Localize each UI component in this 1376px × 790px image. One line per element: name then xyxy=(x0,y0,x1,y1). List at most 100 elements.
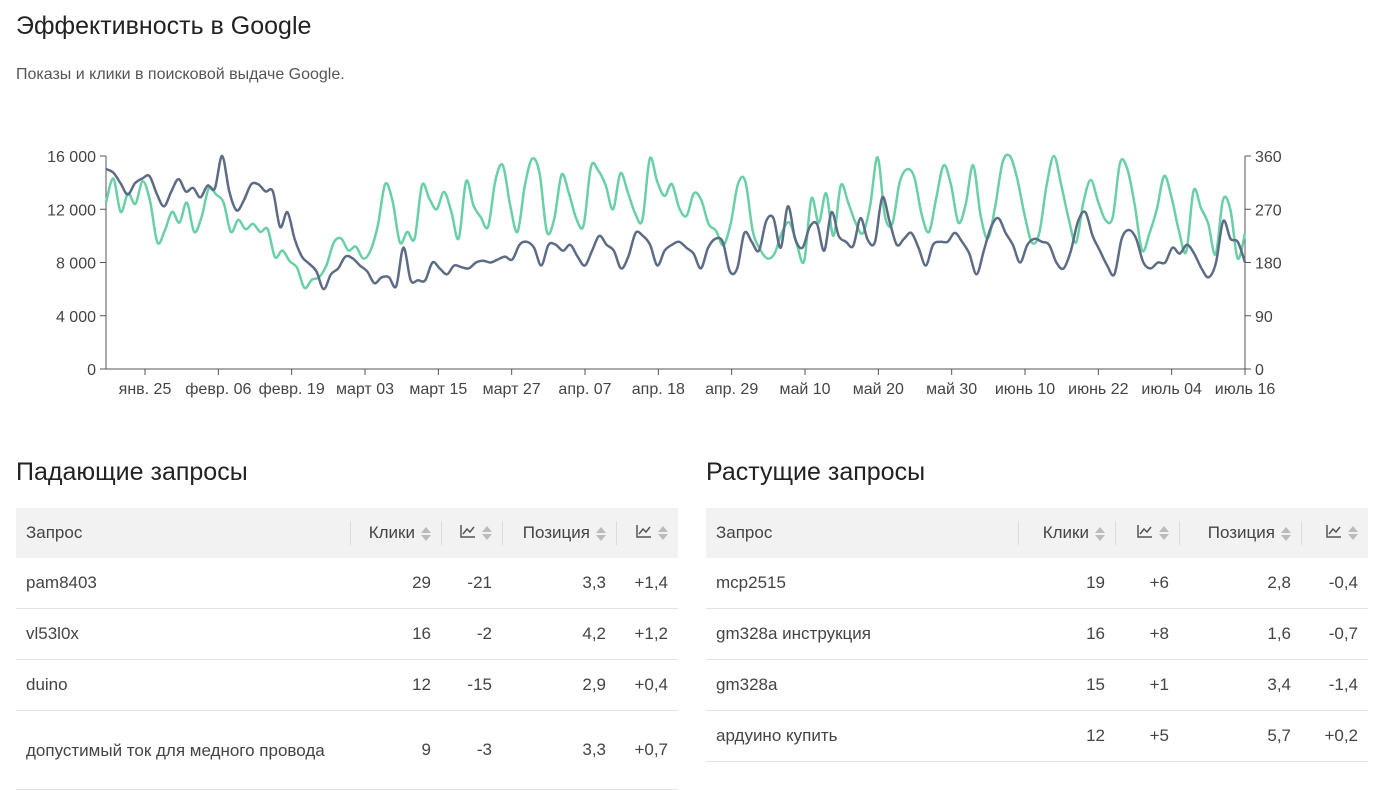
x-tick-label: апр. 29 xyxy=(705,381,758,398)
position-cell: 3,3 xyxy=(502,710,616,790)
y-left-tick-label: 8 000 xyxy=(56,256,96,273)
rising-queries-title: Растущие запросы xyxy=(706,458,926,486)
column-position-trend[interactable] xyxy=(1301,508,1368,558)
column-query[interactable]: Запрос xyxy=(16,508,350,558)
query-cell[interactable]: mcp2515 xyxy=(706,558,1018,609)
clicks-cell: 12 xyxy=(350,659,441,711)
falling-queries-table: Запрос Клики Позиция pam8403 29 -21 3,3 … xyxy=(16,508,678,790)
falling-queries-title: Падающие запросы xyxy=(16,458,248,486)
query-cell[interactable]: pam8403 xyxy=(16,558,350,609)
sort-icon xyxy=(421,526,431,542)
position-cell: 1,6 xyxy=(1179,608,1301,660)
x-tick-label: февр. 06 xyxy=(185,381,251,398)
query-cell[interactable]: gm328a инструкция xyxy=(706,608,1018,660)
clicks-cell: 19 xyxy=(1018,558,1115,609)
column-query-label: Запрос xyxy=(26,523,83,542)
table-header-row: Запрос Клики Позиция xyxy=(16,508,678,558)
table-row[interactable]: ардуино купить 12 +5 5,7 +0,2 xyxy=(706,710,1368,762)
chart-svg: 0 4 000 8 000 12 000 16 000 0 90 180 270 360 янв. … xyxy=(47,149,1282,398)
y-left-tick-label: 16 000 xyxy=(47,149,96,166)
column-clicks-trend[interactable] xyxy=(1115,508,1179,558)
x-tick-label: апр. 07 xyxy=(558,381,611,398)
table-row[interactable]: duino 12 -15 2,9 +0,4 xyxy=(16,659,678,711)
clicks-delta-cell: +1 xyxy=(1115,659,1179,711)
column-clicks[interactable]: Клики xyxy=(350,508,441,558)
y-right-tick-label: 90 xyxy=(1255,309,1273,326)
position-delta-cell: +1,4 xyxy=(616,558,678,609)
trend-chart-icon xyxy=(1326,523,1342,543)
x-tick-label: май 30 xyxy=(926,381,977,398)
query-cell[interactable]: duino xyxy=(16,659,350,711)
query-cell[interactable]: ардуино купить xyxy=(706,710,1018,762)
query-cell[interactable]: vl53l0x xyxy=(16,608,350,660)
clicks-cell: 12 xyxy=(1018,710,1115,762)
position-cell: 2,8 xyxy=(1179,558,1301,609)
clicks-delta-cell: -15 xyxy=(441,659,502,711)
x-tick-label: май 20 xyxy=(853,381,904,398)
x-tick-label: апр. 18 xyxy=(632,381,685,398)
clicks-delta-cell: +8 xyxy=(1115,608,1179,660)
clicks-delta-cell: -2 xyxy=(441,608,502,660)
page-subtitle: Показы и клики в поисковой выдаче Google… xyxy=(16,66,345,83)
column-query-label: Запрос xyxy=(716,523,773,542)
clicks-cell: 29 xyxy=(350,558,441,609)
table-row[interactable]: mcp2515 19 +6 2,8 -0,4 xyxy=(706,558,1368,609)
sort-icon xyxy=(1281,526,1291,542)
position-delta-cell: -0,7 xyxy=(1301,608,1368,660)
position-delta-cell: +0,4 xyxy=(616,659,678,711)
column-position[interactable]: Позиция xyxy=(502,508,616,558)
y-left-tick-label: 0 xyxy=(87,362,96,379)
x-tick-label: март 03 xyxy=(336,381,394,398)
column-query[interactable]: Запрос xyxy=(706,508,1018,558)
page-title: Эффективность в Google xyxy=(16,12,312,40)
performance-chart: 0 4 000 8 000 12 000 16 000 0 90 180 270 360 янв. … xyxy=(0,135,1376,410)
table-row[interactable]: допустимый ток для медного провода 9 -3 … xyxy=(16,710,678,790)
table-row[interactable]: pam8403 29 -21 3,3 +1,4 xyxy=(16,558,678,609)
y-left-tick-label: 12 000 xyxy=(47,202,96,219)
trend-chart-icon xyxy=(636,523,652,543)
rising-queries-table: Запрос Клики Позиция mcp2515 19 +6 2,8 -… xyxy=(706,508,1368,762)
column-clicks-label: Клики xyxy=(1042,523,1089,542)
y-right-tick-label: 270 xyxy=(1255,202,1282,219)
trend-chart-icon xyxy=(460,523,476,543)
clicks-cell: 9 xyxy=(350,710,441,790)
y-right-tick-label: 360 xyxy=(1255,149,1282,166)
position-delta-cell: -1,4 xyxy=(1301,659,1368,711)
y-left-tick-label: 4 000 xyxy=(56,309,96,326)
x-tick-label: июль 16 xyxy=(1215,381,1276,398)
column-position[interactable]: Позиция xyxy=(1179,508,1301,558)
position-cell: 3,4 xyxy=(1179,659,1301,711)
sort-icon xyxy=(1159,525,1169,541)
position-cell: 2,9 xyxy=(502,659,616,711)
clicks-delta-cell: -21 xyxy=(441,558,502,609)
query-cell[interactable]: допустимый ток для медного провода xyxy=(16,710,350,790)
position-delta-cell: +1,2 xyxy=(616,608,678,660)
column-clicks-trend[interactable] xyxy=(441,508,502,558)
position-delta-cell: +0,2 xyxy=(1301,710,1368,762)
column-clicks-label: Клики xyxy=(368,523,415,542)
x-tick-label: март 15 xyxy=(409,381,467,398)
table-row[interactable]: vl53l0x 16 -2 4,2 +1,2 xyxy=(16,608,678,660)
position-delta-cell: +0,7 xyxy=(616,710,678,790)
sort-icon xyxy=(596,526,606,542)
sort-icon xyxy=(1095,526,1105,542)
clicks-delta-cell: +5 xyxy=(1115,710,1179,762)
table-row[interactable]: gm328a 15 +1 3,4 -1,4 xyxy=(706,659,1368,711)
position-cell: 5,7 xyxy=(1179,710,1301,762)
query-cell[interactable]: gm328a xyxy=(706,659,1018,711)
clicks-delta-cell: -3 xyxy=(441,710,502,790)
column-clicks[interactable]: Клики xyxy=(1018,508,1115,558)
table-header-row: Запрос Клики Позиция xyxy=(706,508,1368,558)
y-right-tick-label: 0 xyxy=(1255,362,1264,379)
clicks-line xyxy=(105,154,1247,291)
clicks-cell: 15 xyxy=(1018,659,1115,711)
position-delta-cell: -0,4 xyxy=(1301,558,1368,609)
trend-chart-icon xyxy=(1137,523,1153,543)
clicks-cell: 16 xyxy=(1018,608,1115,660)
table-row[interactable]: gm328a инструкция 16 +8 1,6 -0,7 xyxy=(706,608,1368,660)
column-position-trend[interactable] xyxy=(616,508,678,558)
column-position-label: Позиция xyxy=(522,523,590,542)
x-tick-label: июнь 10 xyxy=(995,381,1055,398)
sort-icon xyxy=(658,525,668,541)
sort-icon xyxy=(1348,525,1358,541)
